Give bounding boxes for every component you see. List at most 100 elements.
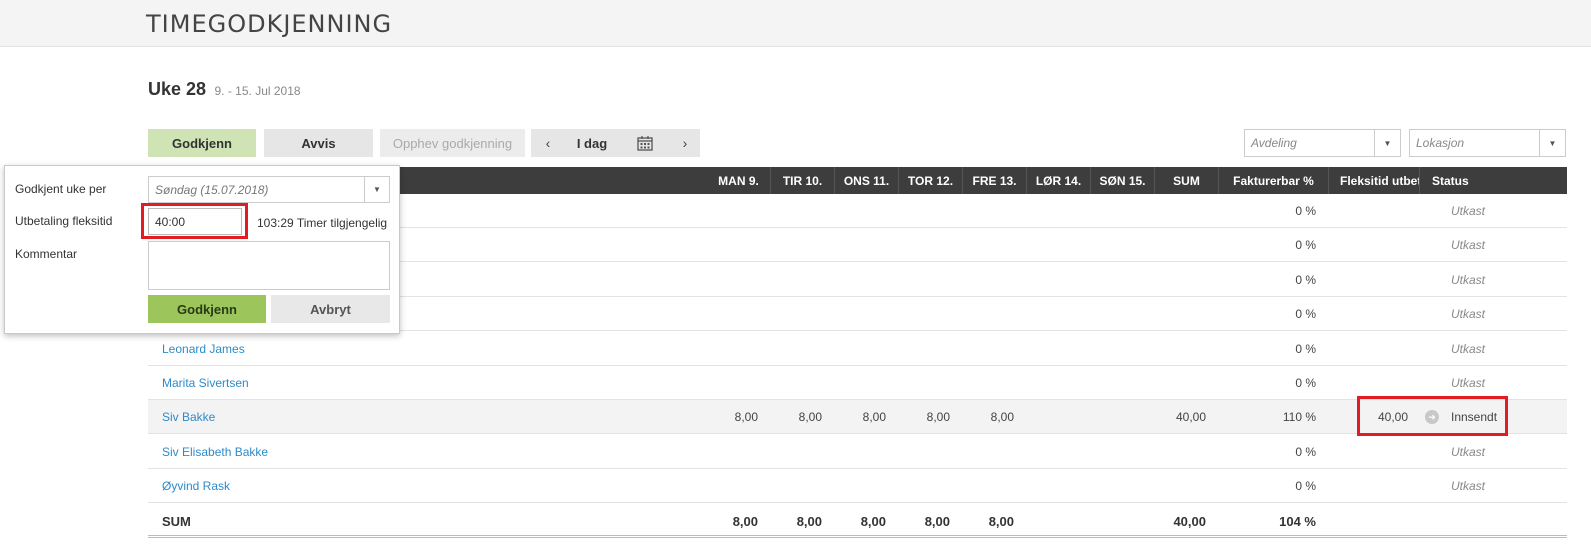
employee-name-link[interactable]: Øyvind Rask bbox=[162, 469, 230, 503]
hours-sat bbox=[1027, 297, 1078, 331]
row-flex-payout bbox=[1329, 228, 1408, 262]
hours-sun bbox=[1091, 400, 1142, 434]
chevron-down-icon[interactable]: ▼ bbox=[1539, 130, 1565, 156]
employee-name-link[interactable]: Siv Bakke bbox=[162, 400, 215, 434]
popup-cancel-button[interactable]: Avbryt bbox=[271, 295, 390, 323]
row-flex-payout bbox=[1329, 332, 1408, 366]
hours-mon: 8,00 bbox=[734, 410, 758, 425]
hours-mon bbox=[707, 366, 758, 400]
row-sum bbox=[1155, 263, 1206, 297]
week-date-range: 9. - 15. Jul 2018 bbox=[214, 84, 301, 98]
table-row[interactable]: Marita Sivertsen 0 % Utkast bbox=[148, 366, 1567, 400]
employee-name-link[interactable]: Marita Sivertsen bbox=[162, 366, 249, 400]
calendar-icon[interactable] bbox=[637, 135, 653, 151]
hours-thu bbox=[899, 297, 950, 331]
row-billable: 0 % bbox=[1295, 204, 1316, 218]
row-billable: 0 % bbox=[1295, 444, 1316, 459]
row-billable: 0 % bbox=[1295, 479, 1316, 494]
comment-label: Kommentar bbox=[15, 247, 78, 261]
employee-name-link[interactable]: Siv Elisabeth Bakke bbox=[162, 435, 268, 469]
status-badge: Utkast bbox=[1451, 444, 1486, 459]
week-heading: Uke 28 9. - 15. Jul 2018 bbox=[148, 79, 301, 100]
hours-sat bbox=[1027, 263, 1078, 297]
column-header-billable[interactable]: Fakturerbar % bbox=[1219, 167, 1329, 194]
hours-sat bbox=[1027, 435, 1078, 469]
total-sun bbox=[1091, 504, 1142, 538]
hours-tue bbox=[771, 469, 822, 503]
hours-thu bbox=[899, 228, 950, 262]
hours-mon bbox=[707, 228, 758, 262]
hours-thu bbox=[899, 332, 950, 366]
totals-row: SUM 8,00 8,00 8,00 8,00 8,00 40,00 104 % bbox=[148, 504, 1567, 538]
hours-tue bbox=[771, 297, 822, 331]
row-flex-payout bbox=[1329, 469, 1408, 503]
location-select[interactable]: Lokasjon ▼ bbox=[1409, 129, 1566, 157]
table-row[interactable]: Siv Bakke 8,00 8,00 8,00 8,00 8,00 40,00 110 % 4… bbox=[148, 400, 1567, 435]
hours-thu: 8,00 bbox=[926, 410, 950, 425]
total-wed: 8,00 bbox=[860, 513, 886, 529]
hours-wed bbox=[835, 228, 886, 262]
hours-fri bbox=[963, 469, 1014, 503]
hours-sun bbox=[1091, 366, 1142, 400]
status-badge: Utkast bbox=[1451, 238, 1486, 253]
reject-button[interactable]: Avvis bbox=[264, 129, 373, 157]
column-header-sun[interactable]: SØN 15. bbox=[1091, 167, 1155, 194]
today-label: I dag bbox=[576, 135, 608, 151]
location-placeholder: Lokasjon bbox=[1416, 136, 1465, 150]
column-header-sum[interactable]: SUM bbox=[1155, 167, 1219, 194]
chevron-down-icon[interactable]: ▼ bbox=[1374, 130, 1400, 156]
column-header-wed[interactable]: ONS 11. bbox=[835, 167, 899, 194]
table-row[interactable]: Øyvind Rask 0 % Utkast bbox=[148, 469, 1567, 504]
column-header-flex-payout[interactable]: Fleksitid utbet bbox=[1329, 167, 1420, 194]
hours-tue bbox=[771, 194, 822, 228]
revoke-approval-button[interactable]: Opphev godkjenning bbox=[380, 129, 525, 157]
table-row[interactable]: Siv Elisabeth Bakke 0 % Utkast bbox=[148, 435, 1567, 469]
row-flex-payout bbox=[1329, 435, 1408, 469]
total-mon: 8,00 bbox=[732, 513, 758, 529]
hours-fri bbox=[963, 297, 1014, 331]
next-week-button[interactable]: › bbox=[670, 129, 700, 157]
column-header-thu[interactable]: TOR 12. bbox=[899, 167, 963, 194]
row-sum bbox=[1155, 297, 1206, 331]
popup-approve-button[interactable]: Godkjenn bbox=[148, 295, 266, 323]
hours-tue bbox=[771, 332, 822, 366]
hours-wed bbox=[835, 194, 886, 228]
column-header-status[interactable]: Status bbox=[1420, 167, 1567, 194]
column-header-tue[interactable]: TIR 10. bbox=[771, 167, 835, 194]
comment-textarea[interactable] bbox=[148, 241, 390, 290]
row-billable: 0 % bbox=[1295, 307, 1316, 322]
hours-wed: 8,00 bbox=[862, 410, 886, 425]
column-header-mon[interactable]: MAN 9. bbox=[707, 167, 771, 194]
employee-name-link[interactable]: Leonard James bbox=[162, 332, 245, 366]
hours-thu bbox=[899, 469, 950, 503]
row-flex-payout bbox=[1329, 366, 1408, 400]
hours-mon bbox=[707, 297, 758, 331]
approve-button[interactable]: Godkjenn bbox=[148, 129, 256, 157]
column-header-sat[interactable]: LØR 14. bbox=[1027, 167, 1091, 194]
flex-payout-highlight bbox=[1357, 396, 1508, 436]
status-badge: Utkast bbox=[1451, 479, 1486, 494]
chevron-down-icon[interactable]: ▼ bbox=[364, 177, 389, 202]
flex-input-highlight bbox=[141, 203, 248, 239]
hours-sat bbox=[1027, 400, 1078, 434]
hours-sat bbox=[1027, 332, 1078, 366]
hours-wed bbox=[835, 366, 886, 400]
status-badge: Utkast bbox=[1451, 307, 1486, 322]
available-hours-label: Timer tilgjengelig bbox=[296, 216, 388, 230]
hours-sun bbox=[1091, 469, 1142, 503]
hours-sun bbox=[1091, 194, 1142, 228]
totals-label: SUM bbox=[162, 513, 191, 529]
hours-mon bbox=[707, 469, 758, 503]
row-billable: 0 % bbox=[1295, 376, 1316, 390]
previous-week-button[interactable]: ‹ bbox=[533, 129, 563, 157]
table-row[interactable]: Leonard James 0 % Utkast bbox=[148, 332, 1567, 366]
top-bar: TIMEGODKJENNING bbox=[0, 0, 1591, 47]
approved-per-select[interactable]: Søndag (15.07.2018) ▼ bbox=[148, 176, 390, 203]
flex-payout-label: Utbetaling fleksitid bbox=[15, 214, 113, 228]
status-badge: Utkast bbox=[1451, 204, 1486, 218]
department-select[interactable]: Avdeling ▼ bbox=[1244, 129, 1401, 157]
row-billable: 110 % bbox=[1282, 410, 1316, 425]
row-flex-payout bbox=[1329, 263, 1408, 297]
column-header-fri[interactable]: FRE 13. bbox=[963, 167, 1027, 194]
row-sum bbox=[1155, 332, 1206, 366]
